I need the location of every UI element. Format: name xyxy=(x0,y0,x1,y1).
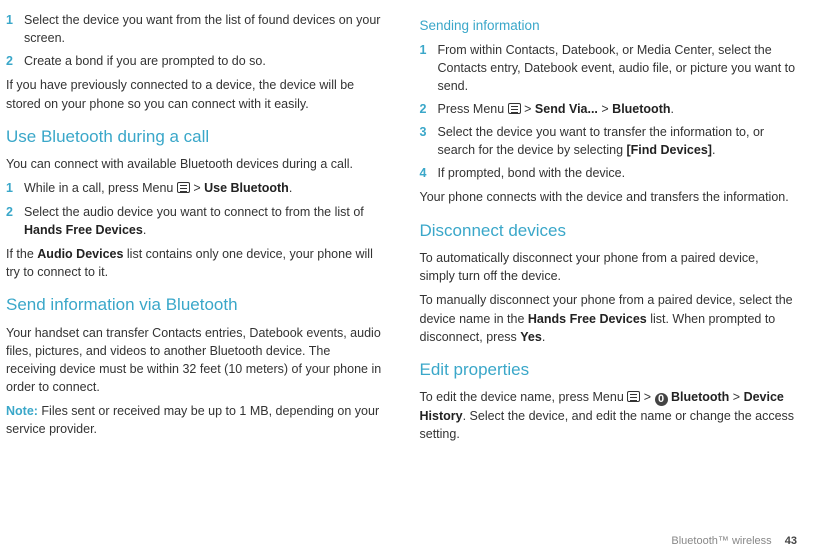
step-number: 4 xyxy=(420,164,438,182)
list-item: 2 Select the audio device you want to co… xyxy=(6,203,384,239)
step-number: 1 xyxy=(6,11,24,47)
body-text: If the Audio Devices list contains only … xyxy=(6,245,384,281)
step-number: 2 xyxy=(6,203,24,239)
right-column: Sending information 1 From within Contac… xyxy=(420,6,798,449)
text-fragment: Files sent or received may be up to 1 MB… xyxy=(6,404,379,436)
text-fragment: To edit the device name, press Menu xyxy=(420,390,628,404)
text-fragment: Select the audio device you want to conn… xyxy=(24,205,364,219)
body-text: To edit the device name, press Menu > 0 … xyxy=(420,388,798,442)
text-fragment: > xyxy=(190,181,204,195)
section-heading: Use Bluetooth during a call xyxy=(6,125,384,150)
body-text: To manually disconnect your phone from a… xyxy=(420,291,798,345)
text-fragment: > xyxy=(640,390,654,404)
body-text: Your handset can transfer Contacts entri… xyxy=(6,324,384,397)
body-text: If you have previously connected to a de… xyxy=(6,76,384,112)
body-text: Note: Files sent or received may be up t… xyxy=(6,402,384,438)
body-text: Your phone connects with the device and … xyxy=(420,188,798,206)
step-number: 1 xyxy=(420,41,438,95)
step-text: Select the device you want to transfer t… xyxy=(438,123,798,159)
menu-icon xyxy=(627,391,640,402)
bold-text: Bluetooth xyxy=(671,390,729,404)
left-column: 1 Select the device you want from the li… xyxy=(6,6,384,449)
bold-text: Hands Free Devices xyxy=(24,223,143,237)
footer-section: Bluetooth™ wireless xyxy=(671,535,771,547)
bluetooth-icon: 0 xyxy=(655,393,668,406)
list-item: 2 Press Menu > Send Via... > Bluetooth. xyxy=(420,100,798,118)
step-text: Press Menu > Send Via... > Bluetooth. xyxy=(438,100,798,118)
page-columns: 1 Select the device you want from the li… xyxy=(6,6,797,449)
list-item: 3 Select the device you want to transfer… xyxy=(420,123,798,159)
step-text: Select the device you want from the list… xyxy=(24,11,384,47)
menu-icon xyxy=(177,182,190,193)
bold-text: Bluetooth xyxy=(612,102,670,116)
step-text: From within Contacts, Datebook, or Media… xyxy=(438,41,798,95)
step-text: If prompted, bond with the device. xyxy=(438,164,798,182)
body-text: You can connect with available Bluetooth… xyxy=(6,155,384,173)
bold-text: [Find Devices] xyxy=(627,143,712,157)
page-number: 43 xyxy=(785,535,797,547)
section-heading: Edit properties xyxy=(420,358,798,383)
body-text: To automatically disconnect your phone f… xyxy=(420,249,798,285)
bold-text: Use Bluetooth xyxy=(204,181,289,195)
text-fragment: While in a call, press Menu xyxy=(24,181,177,195)
text-fragment: > xyxy=(598,102,612,116)
bold-text: Audio Devices xyxy=(37,247,123,261)
page-footer: Bluetooth™ wireless 43 xyxy=(671,534,797,550)
subsection-heading: Sending information xyxy=(420,16,798,36)
section-heading: Disconnect devices xyxy=(420,219,798,244)
text-fragment: > xyxy=(521,102,535,116)
step-text: While in a call, press Menu > Use Blueto… xyxy=(24,179,384,197)
section-heading: Send information via Bluetooth xyxy=(6,293,384,318)
step-number: 2 xyxy=(420,100,438,118)
step-number: 3 xyxy=(420,123,438,159)
text-fragment: Press Menu xyxy=(438,102,508,116)
step-text: Create a bond if you are prompted to do … xyxy=(24,52,384,70)
menu-icon xyxy=(508,103,521,114)
list-item: 2 Create a bond if you are prompted to d… xyxy=(6,52,384,70)
step-number: 2 xyxy=(6,52,24,70)
text-fragment: If the xyxy=(6,247,37,261)
text-fragment: > xyxy=(729,390,743,404)
bold-text: Send Via... xyxy=(535,102,598,116)
bold-text: Yes xyxy=(520,330,542,344)
list-item: 4 If prompted, bond with the device. xyxy=(420,164,798,182)
bold-text: Hands Free Devices xyxy=(528,312,647,326)
list-item: 1 While in a call, press Menu > Use Blue… xyxy=(6,179,384,197)
text-fragment: . Select the device, and edit the name o… xyxy=(420,409,795,441)
step-number: 1 xyxy=(6,179,24,197)
list-item: 1 Select the device you want from the li… xyxy=(6,11,384,47)
text-fragment: Select the device you want to transfer t… xyxy=(438,125,765,157)
note-label: Note: xyxy=(6,404,38,418)
step-text: Select the audio device you want to conn… xyxy=(24,203,384,239)
list-item: 1 From within Contacts, Datebook, or Med… xyxy=(420,41,798,95)
